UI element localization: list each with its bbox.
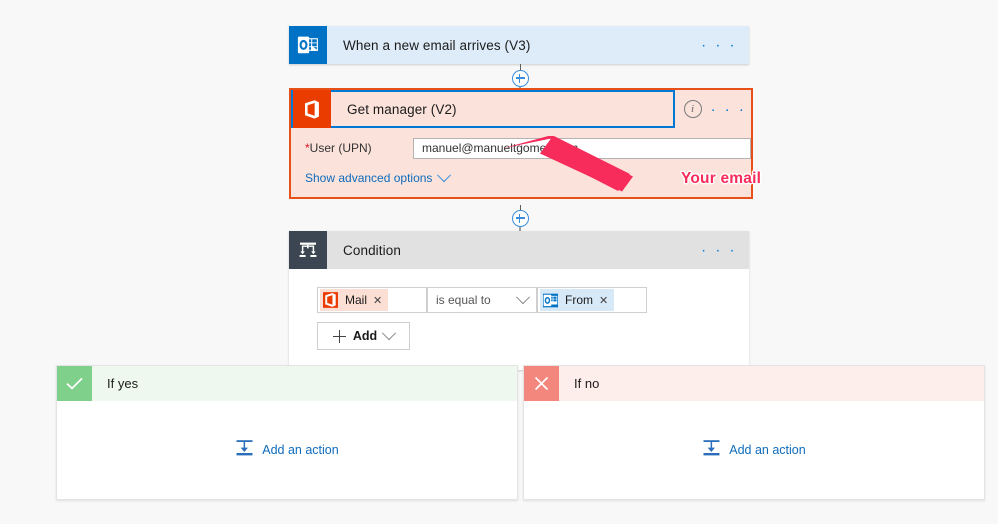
condition-card[interactable]: Condition · · · Mail ✕ is equal to From …: [289, 231, 749, 370]
condition-card-title: Condition: [343, 242, 401, 258]
user-upn-label-text: User (UPN): [309, 141, 372, 155]
show-advanced-options-label: Show advanced options: [305, 171, 433, 185]
get-manager-card-header[interactable]: Get manager (V2): [291, 90, 675, 128]
cross-icon: [524, 366, 559, 401]
chevron-down-icon: [382, 326, 397, 341]
flow-designer-canvas: When a new email arrives (V3) · · · Get …: [0, 0, 998, 524]
insert-step-plus-button-2[interactable]: [511, 210, 529, 227]
user-upn-field-row: *User (UPN): [305, 137, 751, 159]
condition-expression-row: Mail ✕ is equal to From ✕: [317, 287, 749, 313]
token-mail-remove-icon[interactable]: ✕: [373, 294, 382, 307]
branch-if-yes[interactable]: If yes Add an action: [56, 365, 518, 500]
add-action-icon: [235, 439, 254, 460]
trigger-card-menu-button[interactable]: · · ·: [701, 38, 737, 53]
branch-if-no[interactable]: If no Add an action: [523, 365, 985, 500]
add-an-action-button-yes[interactable]: Add an action: [235, 439, 339, 460]
show-advanced-options-link[interactable]: Show advanced options: [305, 168, 452, 185]
get-manager-menu-button[interactable]: · · ·: [711, 102, 747, 117]
check-icon: [57, 366, 92, 401]
add-action-icon: [702, 439, 721, 460]
condition-card-header[interactable]: Condition · · ·: [289, 231, 749, 269]
chevron-down-icon: [437, 168, 452, 183]
condition-left-operand-field[interactable]: Mail ✕: [317, 287, 427, 313]
get-manager-header-actions: i · · ·: [679, 90, 751, 128]
outlook-icon: [542, 292, 559, 309]
add-condition-label: Add: [352, 329, 378, 343]
trigger-card-header[interactable]: When a new email arrives (V3) · · ·: [289, 26, 749, 64]
user-upn-label: *User (UPN): [305, 141, 413, 155]
annotation-label-your-email: Your email: [681, 170, 762, 188]
token-mail-label: Mail: [345, 293, 368, 307]
outlook-icon: [289, 26, 327, 64]
add-an-action-label-no: Add an action: [729, 442, 806, 457]
add-an-action-label-yes: Add an action: [262, 442, 339, 457]
trigger-card-title: When a new email arrives (V3): [343, 37, 531, 53]
token-from[interactable]: From ✕: [540, 289, 615, 311]
add-an-action-button-no[interactable]: Add an action: [702, 439, 806, 460]
user-upn-input[interactable]: [413, 137, 751, 159]
trigger-card-when-new-email-arrives[interactable]: When a new email arrives (V3) · · ·: [289, 26, 749, 64]
condition-card-menu-button[interactable]: · · ·: [701, 243, 737, 258]
token-from-label: From: [565, 293, 593, 307]
get-manager-card-title: Get manager (V2): [347, 101, 457, 117]
token-from-remove-icon[interactable]: ✕: [599, 294, 608, 307]
condition-branch-icon: [289, 231, 327, 269]
insert-step-plus-button-1[interactable]: [511, 70, 529, 87]
branch-if-no-header: If no: [524, 366, 984, 401]
condition-right-operand-field[interactable]: From ✕: [537, 287, 647, 313]
condition-operator-dropdown[interactable]: is equal to: [427, 287, 537, 313]
token-mail[interactable]: Mail ✕: [320, 289, 389, 311]
branch-if-yes-body: Add an action: [57, 401, 517, 498]
plus-icon: [332, 329, 346, 343]
add-condition-button[interactable]: Add: [317, 322, 410, 350]
branch-if-yes-title: If yes: [107, 376, 139, 391]
office365-users-icon: [293, 90, 331, 128]
branch-if-no-body: Add an action: [524, 401, 984, 498]
info-icon[interactable]: i: [683, 100, 702, 118]
condition-card-body: Mail ✕ is equal to From ✕ Add: [289, 269, 749, 370]
branch-if-yes-header: If yes: [57, 366, 517, 401]
branch-if-no-title: If no: [574, 376, 600, 391]
office365-users-icon: [322, 292, 339, 309]
chevron-down-icon: [515, 290, 531, 305]
condition-operator-value: is equal to: [436, 293, 491, 307]
